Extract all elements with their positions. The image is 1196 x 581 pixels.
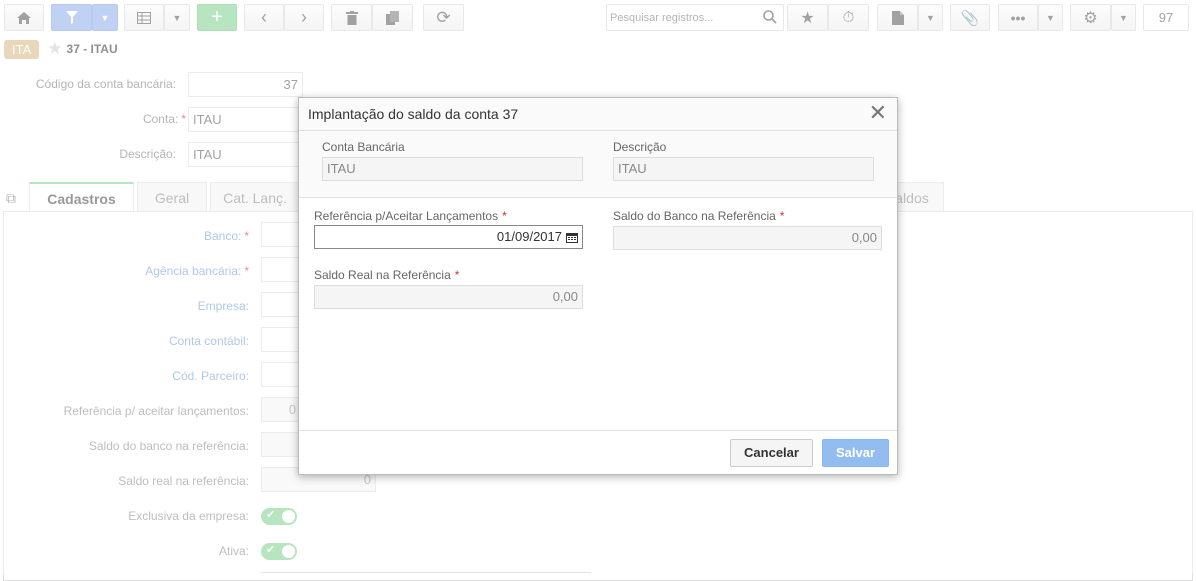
dialog-header: Implantação do saldo da conta 37 ✕ — [299, 98, 897, 131]
referencia-value: 01/09/2017 — [496, 229, 562, 244]
saldo-dialog: Implantação do saldo da conta 37 ✕ Conta… — [298, 97, 898, 475]
referencia-label: Referência p/Aceitar Lançamentos * — [314, 209, 507, 223]
descricao-field: ITAU — [613, 157, 874, 181]
required-icon: * — [454, 268, 460, 282]
saldo-real-label: Saldo Real na Referência * — [314, 268, 460, 282]
dialog-title: Implantação do saldo da conta 37 — [308, 106, 519, 122]
required-icon: * — [502, 209, 507, 223]
close-icon[interactable]: ✕ — [869, 102, 887, 124]
dialog-footer: Cancelar Salvar — [299, 430, 897, 474]
save-button[interactable]: Salvar — [822, 439, 889, 467]
required-icon: * — [779, 209, 785, 223]
cancel-button[interactable]: Cancelar — [730, 439, 813, 467]
calendar-icon[interactable] — [566, 232, 578, 243]
saldo-real-field[interactable]: 0,00 — [314, 285, 583, 309]
referencia-date-field[interactable]: 01/09/2017 — [314, 225, 583, 249]
saldo-banco-label: Saldo do Banco na Referência * — [613, 209, 785, 223]
descricao-label: Descrição — [613, 140, 667, 154]
saldo-banco-field[interactable]: 0,00 — [613, 226, 882, 250]
conta-bancaria-label: Conta Bancária — [322, 140, 405, 154]
conta-bancaria-field: ITAU — [322, 157, 583, 181]
dialog-readonly-section: Conta Bancária ITAU Descrição ITAU — [299, 132, 897, 198]
